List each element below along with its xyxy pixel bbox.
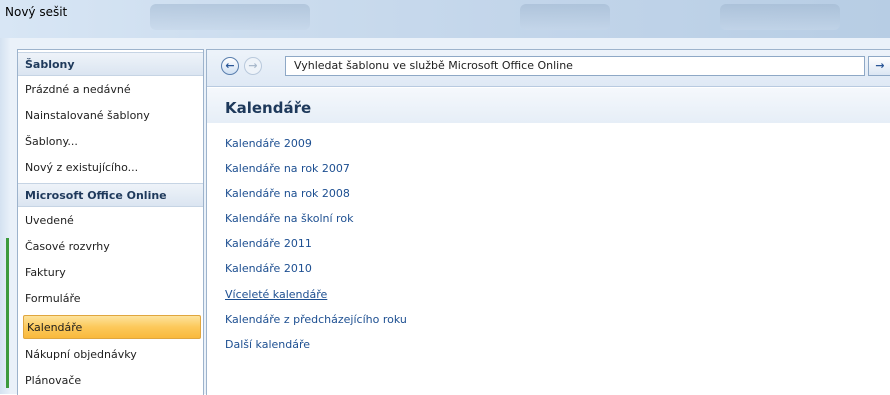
search-go-button[interactable]: → <box>868 56 890 76</box>
sidebar-item-prazdne-a-nedavne[interactable]: Prázdné a nedávné <box>18 78 203 102</box>
sidebar-item-uvedene[interactable]: Uvedené <box>18 209 203 233</box>
link-kalendare-predchazejiciho-roku[interactable]: Kalendáře z předcházejícího roku <box>225 313 407 326</box>
link-kalendare-2008[interactable]: Kalendáře na rok 2008 <box>225 187 350 200</box>
search-input[interactable]: Vyhledat šablonu ve službě Microsoft Off… <box>285 56 865 76</box>
sidebar-header-office-online: Microsoft Office Online <box>18 183 203 207</box>
link-kalendare-2009[interactable]: Kalendáře 2009 <box>225 137 312 150</box>
sidebar-item-nakupni-objednavky[interactable]: Nákupní objednávky <box>18 343 203 367</box>
link-kalendare-2010[interactable]: Kalendáře 2010 <box>225 262 312 275</box>
link-kalendare-skolni-rok[interactable]: Kalendáře na školní rok <box>225 212 353 225</box>
link-vicelete-kalendare[interactable]: Víceleté kalendáře <box>225 288 327 301</box>
templates-content-pane: ← → Vyhledat šablonu ve službě Microsoft… <box>206 49 890 395</box>
sidebar-item-kalendare[interactable]: Kalendáře <box>23 315 201 339</box>
window-left-border <box>0 38 10 394</box>
sidebar-header-sablony: Šablony <box>18 52 203 76</box>
forward-arrow-icon[interactable]: → <box>244 57 262 75</box>
title-bar-glass-decoration <box>720 4 840 30</box>
page-title: Kalendáře <box>225 99 312 117</box>
title-bar: Nový sešit <box>0 0 890 38</box>
sidebar-item-faktury[interactable]: Faktury <box>18 261 203 285</box>
section-header: Kalendáře <box>207 88 890 123</box>
back-arrow-icon[interactable]: ← <box>221 57 239 75</box>
sidebar-item-nainstalovane-sablony[interactable]: Nainstalované šablony <box>18 104 203 128</box>
link-dalsi-kalendare[interactable]: Další kalendáře <box>225 338 310 351</box>
link-kalendare-2011[interactable]: Kalendáře 2011 <box>225 237 312 250</box>
sidebar-item-casove-rozvrhy[interactable]: Časové rozvrhy <box>18 235 203 259</box>
sidebar-item-planovace[interactable]: Plánovače <box>18 369 203 393</box>
search-toolbar: ← → Vyhledat šablonu ve službě Microsoft… <box>207 50 890 87</box>
sidebar-item-formulare[interactable]: Formuláře <box>18 287 203 311</box>
window-title: Nový sešit <box>5 5 68 19</box>
title-bar-glass-decoration <box>150 4 310 30</box>
frame-accent <box>6 238 9 388</box>
sidebar-item-sablony[interactable]: Šablony... <box>18 130 203 154</box>
sidebar-item-novy-z-existujiciho[interactable]: Nový z existujícího... <box>18 156 203 180</box>
template-categories-pane: Šablony Prázdné a nedávné Nainstalované … <box>17 49 204 395</box>
link-kalendare-2007[interactable]: Kalendáře na rok 2007 <box>225 162 350 175</box>
title-bar-glass-decoration <box>520 4 610 30</box>
